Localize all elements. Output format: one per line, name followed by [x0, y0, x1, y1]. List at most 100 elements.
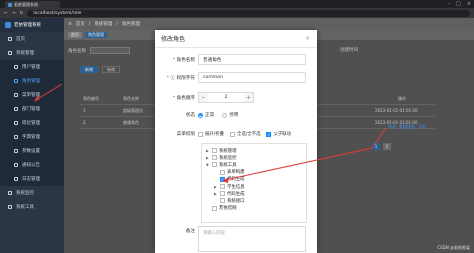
sidebar-item-depts[interactable]: 部门管理: [0, 102, 64, 116]
forward-icon[interactable]: →: [12, 11, 16, 16]
select-all-checkbox[interactable]: 全选/全不选: [230, 131, 260, 137]
role-name-input[interactable]: 普通角色: [198, 54, 306, 65]
tree-node-api[interactable]: 系统接口: [206, 197, 306, 204]
sidebar-item-logs[interactable]: 日志管理: [0, 172, 64, 186]
sidebar-item-roles[interactable]: 角色管理: [0, 74, 64, 88]
sidebar-item-label: 菜单管理: [22, 93, 40, 98]
tree-node-code-gen[interactable]: ✓ 代码生成: [206, 176, 306, 183]
sidebar-item-notice[interactable]: 通知公告: [0, 158, 64, 172]
tree-node-label: 系统接口: [227, 198, 245, 204]
system-icon: [8, 51, 12, 55]
close-window-icon[interactable]: ×: [467, 1, 471, 7]
url-input[interactable]: localhost/system/role: [27, 9, 470, 17]
checkbox-icon: [220, 191, 225, 197]
brand-title: 若依管理系统: [14, 23, 41, 28]
tree-node-code-gen-2[interactable]: ▶ 代码生成: [206, 190, 306, 197]
sidebar-item-dict[interactable]: 字典管理: [0, 130, 64, 144]
status-normal-radio[interactable]: 正常: [198, 112, 214, 118]
sidebar-item-label: 参数设置: [22, 149, 40, 154]
remark-textarea[interactable]: 请输入内容: [198, 226, 306, 252]
perm-key-label: * ⓘ 权限字符: [166, 75, 195, 81]
sidebar-item-menus[interactable]: 菜单管理: [0, 88, 64, 102]
radio-icon: [198, 112, 203, 118]
sidebar-item-label: 通知公告: [22, 163, 40, 168]
checkbox-icon: ✓: [266, 131, 272, 137]
caret-right-icon: ▶: [206, 155, 209, 160]
checkbox-icon: [212, 205, 217, 211]
expand-collapse-checkbox[interactable]: 展开/折叠: [198, 131, 224, 137]
reload-icon[interactable]: ↻: [20, 11, 24, 16]
close-icon[interactable]: ×: [305, 35, 310, 42]
sidebar-item-label: 用户管理: [22, 65, 40, 70]
sidebar-item-label: 系统管理: [16, 51, 34, 56]
checkbox-label: 全选/全不选: [237, 132, 261, 137]
role-name-row: * 角色名称 普通角色: [155, 54, 306, 65]
menu-perm-label: 菜单权限: [176, 132, 195, 137]
sort-row: * 角色顺序 − 2 +: [155, 92, 254, 103]
user-icon: [14, 65, 18, 69]
browser-tab[interactable]: 若依管理系统: [5, 1, 60, 8]
sidebar-item-tools[interactable]: 系统工具: [0, 200, 64, 214]
linkage-checkbox[interactable]: ✓ 父子联动: [266, 131, 291, 137]
tree-node-label: 系统监控: [219, 155, 237, 161]
tool-icon: [8, 205, 12, 209]
browser-tab-title: 若依管理系统: [14, 1, 38, 7]
remark-row: 备注 请输入内容: [155, 226, 306, 252]
sidebar-item-label: 岗位管理: [22, 121, 40, 126]
browser-tab-strip: 若依管理系统 - □ ×: [0, 0, 474, 8]
watermark: CSDN @若依框架: [437, 245, 470, 250]
checkbox-icon: [212, 162, 217, 168]
tree-node-tools[interactable]: ▼ 系统工具: [206, 161, 306, 168]
checkbox-icon: [220, 169, 225, 175]
dialog-header: 修改角色 ×: [155, 30, 317, 48]
sort-label: * 角色顺序: [172, 95, 195, 101]
tree-node-form-build[interactable]: 表单构建: [206, 169, 306, 176]
checkbox-icon: ✓: [220, 176, 225, 182]
tree-node-monitor[interactable]: ▶ 系统监控: [206, 154, 306, 161]
sidebar-item-config[interactable]: 参数设置: [0, 144, 64, 158]
sidebar-item-monitor[interactable]: 系统监控: [0, 186, 64, 200]
perm-key-row: * ⓘ 权限字符 common: [155, 72, 306, 83]
monitor-icon: [8, 191, 12, 195]
checkbox-icon: [220, 198, 225, 204]
checkbox-icon: [230, 131, 236, 137]
notice-icon: [14, 163, 18, 167]
minimize-icon[interactable]: -: [448, 1, 450, 7]
tree-node-system[interactable]: ▶ 系统管理: [206, 147, 306, 154]
tree-node-student[interactable]: ▶ 学生信息: [206, 183, 306, 190]
sidebar-item-home[interactable]: 首页: [0, 32, 64, 46]
sidebar-item-label: 角色管理: [22, 79, 40, 84]
increment-button[interactable]: +: [244, 93, 253, 102]
checkbox-label: 父子联动: [273, 132, 292, 137]
tree-node-label: 代码生成: [227, 191, 245, 197]
tree-node-website[interactable]: 若依官网: [206, 205, 306, 212]
sidebar-item-posts[interactable]: 岗位管理: [0, 116, 64, 130]
radio-icon: [222, 112, 228, 118]
menu-icon: [14, 93, 18, 97]
decrement-button[interactable]: −: [199, 93, 208, 102]
address-bar-row: ← → ↻ localhost/system/role: [0, 8, 474, 18]
sidebar-item-system[interactable]: 系统管理: [0, 46, 64, 60]
checkbox-icon: [198, 131, 203, 137]
tree-node-label: 学生信息: [227, 184, 245, 190]
sort-value[interactable]: 2: [208, 93, 244, 102]
caret-right-icon: ▶: [214, 191, 217, 196]
tree-node-label: 系统工具: [219, 162, 237, 168]
radio-label: 停用: [229, 113, 239, 118]
home-icon: [8, 37, 12, 41]
dept-icon: [14, 107, 18, 111]
status-label: 状态: [185, 113, 195, 118]
checkbox-icon: [212, 155, 217, 161]
dialog-title: 修改角色: [161, 36, 186, 43]
sidebar-item-users[interactable]: 用户管理: [0, 60, 64, 74]
maximize-icon[interactable]: □: [456, 1, 461, 7]
caret-right-icon: ▶: [214, 184, 217, 189]
back-icon[interactable]: ←: [4, 11, 8, 16]
brand: 若依管理系统: [0, 18, 64, 32]
tree-node-label: 表单构建: [227, 170, 245, 176]
status-row: 状态 正常 停用: [155, 112, 246, 118]
perm-key-input[interactable]: common: [198, 72, 306, 83]
status-disabled-radio[interactable]: 停用: [222, 112, 238, 118]
role-icon: [14, 79, 18, 83]
config-icon: [14, 149, 18, 153]
